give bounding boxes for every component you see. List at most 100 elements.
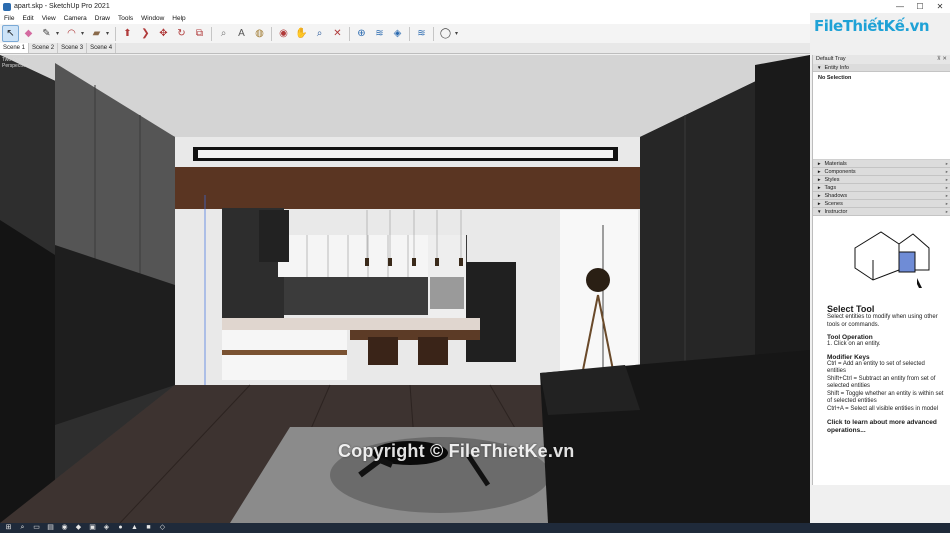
extension-icon[interactable]: ≋ — [371, 25, 388, 42]
app-icon[interactable]: ▲ — [129, 523, 140, 533]
menu-view[interactable]: View — [38, 15, 60, 22]
tab-scene-3[interactable]: Scene 3 — [58, 43, 88, 53]
layout-icon[interactable]: ◈ — [389, 25, 406, 42]
app-icon[interactable]: ● — [115, 523, 126, 533]
chevron-down-icon[interactable]: ▾ — [81, 30, 87, 37]
menu-draw[interactable]: Draw — [91, 15, 114, 22]
eraser-tool-icon[interactable]: ◆ — [20, 25, 37, 42]
extension-warehouse-icon[interactable]: ≋ — [413, 25, 430, 42]
file-explorer-icon[interactable]: ▤ — [45, 523, 56, 533]
panel-header-components[interactable]: ► Components ▸ — [813, 168, 950, 176]
selection-status: No Selection — [818, 75, 852, 81]
default-tray: Default Tray ⊼ ✕ ▼ Entity Info No Selecti… — [812, 55, 950, 485]
left-glass-panel — [0, 220, 55, 523]
app-icon[interactable]: ◇ — [157, 523, 168, 533]
range-hood — [259, 210, 289, 262]
triangle-right-icon: ► — [817, 185, 822, 190]
triangle-right-icon: ► — [817, 201, 822, 206]
close-button[interactable]: ✕ — [930, 0, 950, 13]
modifier-item: Shift+Ctrl = Subtract an entity from set… — [827, 375, 936, 390]
panel-header-shadows[interactable]: ► Shadows ▸ — [813, 192, 950, 200]
shape-tool-icon[interactable]: ▰ — [88, 25, 105, 42]
copyright-watermark: Copyright © FileThietKe.vn — [338, 441, 575, 461]
app-icon[interactable]: ◆ — [73, 523, 84, 533]
panel-header-styles[interactable]: ► Styles ▸ — [813, 176, 950, 184]
panel-header-instructor[interactable]: ▼ Instructor ▸ — [813, 208, 950, 216]
menu-camera[interactable]: Camera — [60, 15, 91, 22]
operation-heading: Tool Operation — [827, 334, 873, 341]
tab-scene-2[interactable]: Scene 2 — [29, 43, 59, 53]
pencil-tool-icon[interactable]: ✎ — [38, 25, 55, 42]
toolbar-divider — [349, 26, 350, 41]
chevron-right-icon: ▸ — [945, 161, 948, 166]
triangle-right-icon: ► — [817, 169, 822, 174]
chevron-right-icon: ▸ — [945, 201, 948, 206]
warehouse-icon[interactable]: ⊕ — [353, 25, 370, 42]
menu-edit[interactable]: Edit — [18, 15, 37, 22]
toolbar-divider — [211, 26, 212, 41]
follow-me-icon[interactable]: ❯ — [137, 25, 154, 42]
panel-header-materials[interactable]: ► Materials ▸ — [813, 160, 950, 168]
panel-header-scenes[interactable]: ► Scenes ▸ — [813, 200, 950, 208]
tool-description: Select entities to modify when using oth… — [827, 314, 938, 328]
panel-header-entity-info[interactable]: ▼ Entity Info — [813, 64, 950, 72]
app-icon[interactable]: ▣ — [87, 523, 98, 533]
toolbar-divider — [115, 26, 116, 41]
panel-header-tags[interactable]: ► Tags ▸ — [813, 184, 950, 192]
rotate-tool-icon[interactable]: ↻ — [173, 25, 190, 42]
tab-scene-4[interactable]: Scene 4 — [87, 43, 117, 53]
scale-tool-icon[interactable]: ⧉ — [191, 25, 208, 42]
dining-chair — [418, 337, 448, 365]
menu-tools[interactable]: Tools — [114, 15, 137, 22]
advanced-operations-link[interactable]: Click to learn about more advanced opera… — [827, 419, 944, 435]
chevron-down-icon[interactable]: ▾ — [106, 30, 112, 37]
menu-help[interactable]: Help — [168, 15, 189, 22]
zoom-extents-icon[interactable]: ✕ — [329, 25, 346, 42]
triangle-right-icon: ► — [817, 177, 822, 182]
zoom-tool-icon[interactable]: ⌕ — [311, 25, 328, 42]
paint-bucket-icon[interactable]: ◍ — [251, 25, 268, 42]
menu-bar: File Edit View Camera Draw Tools Window … — [0, 13, 810, 24]
search-icon[interactable]: ⌕ — [17, 523, 28, 533]
task-view-icon[interactable]: ▭ — [31, 523, 42, 533]
maximize-button[interactable]: ☐ — [910, 0, 930, 13]
tray-footer — [812, 485, 950, 523]
select-tool-icon[interactable]: ↖ — [2, 25, 19, 42]
toolbar-divider — [433, 26, 434, 41]
window-title: apart.skp - SketchUp Pro 2021 — [14, 3, 110, 10]
tab-scene-1[interactable]: Scene 1 — [0, 43, 30, 53]
chevron-right-icon: ▸ — [945, 185, 948, 190]
pin-icon[interactable]: ⊼ ✕ — [937, 55, 950, 64]
upper-cabinets — [278, 235, 428, 277]
tray-header: Default Tray ⊼ ✕ — [813, 55, 950, 64]
model-viewport[interactable]: Two Point Perspective Copyright © FileTh… — [0, 55, 810, 523]
pan-tool-icon[interactable]: ✋ — [293, 25, 310, 42]
chevron-right-icon: ▸ — [945, 193, 948, 198]
triangle-down-icon: ▼ — [817, 209, 822, 214]
scene-tabs: Scene 1 Scene 2 Scene 3 Scene 4 — [0, 43, 810, 54]
move-tool-icon[interactable]: ✥ — [155, 25, 172, 42]
push-pull-icon[interactable]: ⬆ — [119, 25, 136, 42]
account-icon[interactable]: ◯ — [437, 25, 454, 42]
browser-icon[interactable]: ◉ — [59, 523, 70, 533]
menu-file[interactable]: File — [0, 15, 18, 22]
menu-window[interactable]: Window — [137, 15, 168, 22]
app-icon[interactable]: ◈ — [101, 523, 112, 533]
wood-ceiling-band — [175, 167, 640, 209]
text-tool-icon[interactable]: A — [233, 25, 250, 42]
chevron-down-icon[interactable]: ▾ — [455, 30, 461, 37]
tape-measure-icon[interactable]: ⌕ — [215, 25, 232, 42]
minimize-button[interactable]: — — [890, 0, 910, 13]
sketchup-app-icon — [3, 2, 11, 11]
start-icon[interactable]: ⊞ — [3, 523, 14, 533]
filethietke-logo: FileThiếtKế.vn — [814, 14, 930, 38]
chevron-down-icon[interactable]: ▾ — [56, 30, 62, 37]
entity-info-body: No Selection — [813, 72, 950, 160]
triangle-down-icon: ▼ — [817, 65, 822, 70]
arc-tool-icon[interactable]: ◠ — [63, 25, 80, 42]
app-icon[interactable]: ■ — [143, 523, 154, 533]
island-top — [222, 318, 480, 330]
floor-lamp — [586, 268, 610, 292]
modifier-item: Ctrl = Add an entity to set of selected … — [827, 360, 925, 375]
orbit-tool-icon[interactable]: ◉ — [275, 25, 292, 42]
